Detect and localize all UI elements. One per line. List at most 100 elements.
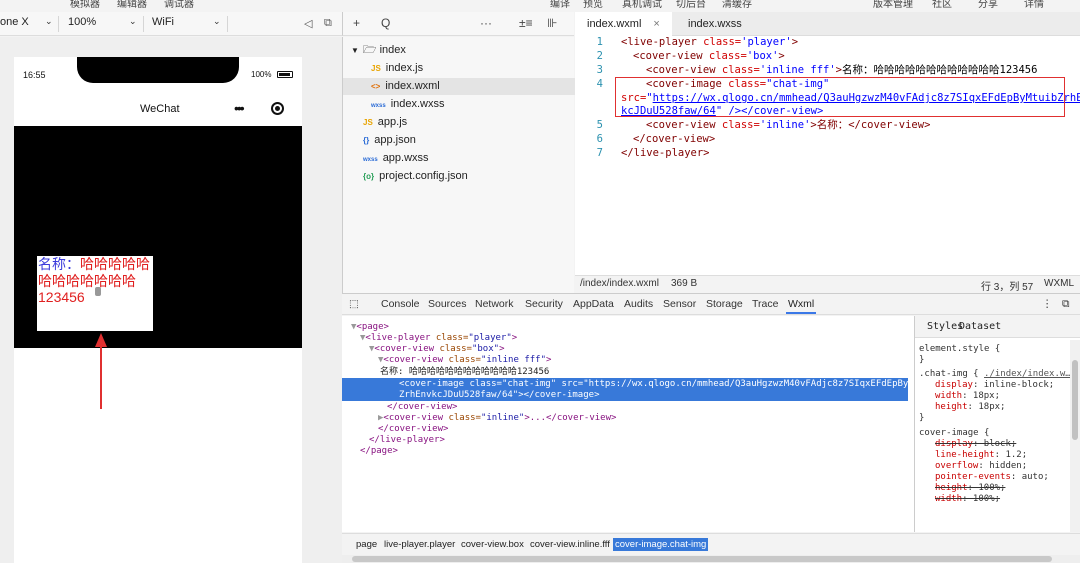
wxml-node-selected[interactable]: <cover-image class="chat-img" src="https… (342, 378, 914, 401)
chevron-down-icon[interactable]: ⌄ (129, 16, 137, 27)
dock-icon[interactable]: ⧉ (1062, 298, 1070, 311)
file-item-selected[interactable]: <> index.wxml (343, 78, 575, 95)
styles-tabs: Styles Dataset (915, 316, 1080, 338)
wxml-close-page[interactable]: </page> (360, 446, 398, 457)
style-rule-cover-image[interactable]: cover-image { (919, 428, 989, 439)
menu-compile[interactable]: 编译 (550, 0, 570, 8)
tab-wxml[interactable]: Wxml (785, 298, 817, 314)
wxml-node-cover-view-inline[interactable]: ▶<cover-view class="inline">...</cover-v… (378, 413, 616, 424)
menu-share[interactable]: 分享 (978, 0, 998, 8)
status-cursor-position[interactable]: 行 3，列 57 (981, 278, 1033, 293)
style-prop[interactable]: overflow: hidden; (935, 461, 1027, 472)
style-rule-element[interactable]: element.style { (919, 344, 1000, 355)
tab-audits[interactable]: Audits (624, 298, 653, 310)
menu-version[interactable]: 版本管理 (873, 0, 913, 8)
crumb-page[interactable]: page (354, 538, 379, 551)
close-capsule-icon[interactable] (271, 102, 284, 115)
menu-editor[interactable]: 编辑器 (117, 0, 147, 8)
style-prop[interactable]: height: 18px; (935, 402, 1005, 413)
tab-console[interactable]: Console (381, 298, 420, 310)
more-icon[interactable]: ••• (234, 100, 245, 116)
tab-storage[interactable]: Storage (706, 298, 743, 310)
more-icon[interactable]: ··· (480, 16, 492, 30)
search-icon[interactable]: Q (381, 16, 390, 30)
tab-trace[interactable]: Trace (752, 298, 778, 310)
sort-icon[interactable]: ±≡ (519, 16, 533, 30)
editor-tabs: index.wxml × index.wxss (575, 12, 1080, 36)
file-item[interactable]: wxss index.wxss (371, 96, 444, 113)
close-icon[interactable]: × (653, 18, 659, 30)
tab-index-wxss[interactable]: index.wxss (676, 12, 754, 36)
style-prop[interactable]: pointer-events: auto; (935, 472, 1049, 483)
status-language[interactable]: WXML (1044, 278, 1074, 289)
file-item[interactable]: {} app.json (363, 132, 416, 149)
style-prop[interactable]: display: inline-block; (935, 380, 1054, 391)
menu-background[interactable]: 切后台 (676, 0, 706, 8)
horizontal-scrollbar[interactable] (342, 555, 1080, 563)
chat-img (95, 287, 101, 296)
menu-community[interactable]: 社区 (932, 0, 952, 8)
style-prop-overridden[interactable]: width: 100%; (935, 494, 1000, 505)
style-rule-chat-img[interactable]: .chat-img { ./index/index.w… (919, 369, 1071, 380)
style-prop-overridden[interactable]: height: 100%; (935, 483, 1005, 494)
wxml-node-cover-view-box[interactable]: ▼<cover-view class="box"> (369, 344, 504, 355)
tab-dataset[interactable]: Dataset (959, 321, 1001, 332)
more-vertical-icon[interactable]: ⋮ (1042, 298, 1053, 310)
menu-simulator[interactable]: 模拟器 (70, 0, 100, 8)
file-item[interactable]: JS index.js (371, 60, 423, 77)
wxml-node-page[interactable]: ▼<page> (351, 322, 389, 333)
tab-sensor[interactable]: Sensor (663, 298, 696, 310)
menu-details[interactable]: 详情 (1024, 0, 1044, 8)
status-file-path: /index/index.wxml (580, 278, 659, 289)
tab-appdata[interactable]: AppData (573, 298, 614, 310)
chevron-down-icon[interactable]: ⌄ (45, 16, 53, 27)
file-item[interactable]: wxss app.wxss (363, 150, 429, 167)
wxml-node-cover-view-fff[interactable]: ▼<cover-view class="inline fff"> (378, 355, 551, 366)
network-select[interactable]: WiFi (152, 16, 174, 28)
crumb-cover-view-inline[interactable]: cover-view.inline.fff (528, 538, 612, 551)
style-prop[interactable]: line-height: 1.2; (935, 450, 1027, 461)
wxml-close-cover-view[interactable]: </cover-view> (387, 402, 457, 413)
tab-sources[interactable]: Sources (428, 298, 467, 310)
crumb-live-player[interactable]: live-player.player (382, 538, 457, 551)
collapse-icon[interactable]: ⊪ (547, 16, 557, 30)
annotation-arrow (100, 339, 102, 409)
menu-debugger[interactable]: 调试器 (164, 0, 194, 8)
crumb-cover-image[interactable]: cover-image.chat-img (613, 538, 709, 551)
style-prop[interactable]: width: 18px; (935, 391, 1000, 402)
tab-index-wxml[interactable]: index.wxml × (575, 12, 672, 36)
file-label: index.js (385, 62, 424, 74)
device-select[interactable]: one X (0, 16, 29, 28)
code-editor[interactable]: 1 2 3 4 5 6 7 <live-player class='player… (575, 36, 1080, 275)
line-number: 4 (596, 78, 603, 90)
chevron-down-icon[interactable]: ⌄ (213, 16, 221, 27)
tab-styles[interactable]: Styles (927, 321, 963, 332)
volume-icon[interactable]: ◁ (304, 17, 312, 30)
file-item[interactable]: {o} project.config.json (363, 168, 468, 185)
inspect-icon[interactable]: ⬚ (349, 298, 359, 310)
menu-preview[interactable]: 预览 (583, 0, 603, 8)
wxml-node-cover-image-wrap: ZrhEnvkcJDuU528faw/64"></cover-image> (399, 390, 600, 400)
crumb-cover-view-box[interactable]: cover-view.box (459, 538, 526, 551)
tab-security[interactable]: Security (525, 298, 563, 310)
wxml-tree[interactable]: ▼<page> ▼<live-player class="player"> ▼<… (342, 316, 914, 532)
wxml-close-live-player[interactable]: </live-player> (369, 435, 445, 446)
style-prop-overridden[interactable]: display: block; (935, 439, 1016, 450)
source-link[interactable]: ./index/index.w… (984, 369, 1071, 379)
styles-scrollbar[interactable] (1070, 340, 1080, 532)
tab-network[interactable]: Network (475, 298, 514, 310)
wxml-text-node[interactable]: 名称: 哈哈哈哈哈哈哈哈哈哈哈哈123456 (380, 367, 549, 378)
detach-window-icon[interactable]: ⧉ (324, 17, 332, 30)
menu-real-debug[interactable]: 真机调试 (622, 0, 662, 8)
add-icon[interactable]: + (353, 16, 360, 30)
file-tree: ▼ 🗁 index JS index.js <> index.wxml wxss inde… (342, 37, 575, 293)
wxml-close-cover-view-box[interactable]: </cover-view> (378, 424, 448, 435)
folder-index[interactable]: ▼ 🗁 index (351, 42, 406, 59)
menu-clear-cache[interactable]: 清缓存 (722, 0, 752, 8)
zoom-select[interactable]: 100% (68, 16, 96, 28)
name-label: 名称： (38, 256, 80, 272)
file-label: app.js (377, 116, 408, 128)
divider (227, 16, 228, 32)
file-item[interactable]: JS app.js (363, 114, 407, 131)
wxml-node-live-player[interactable]: ▼<live-player class="player"> (360, 333, 517, 344)
